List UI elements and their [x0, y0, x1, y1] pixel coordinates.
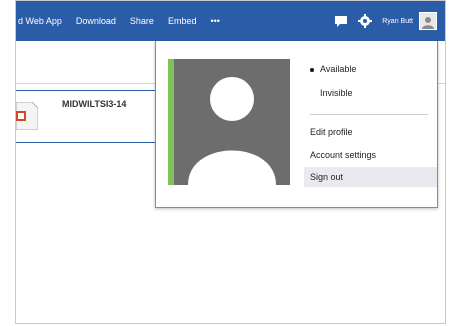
status-invisible[interactable]: Invisible	[304, 83, 437, 103]
file-tile[interactable]: MIDWILTSI3-14	[16, 90, 177, 143]
account-settings-label: Account settings	[310, 150, 377, 160]
app-window: d Web App Download Share Embed ••• Ryan …	[15, 0, 446, 324]
edit-profile-link[interactable]: Edit profile	[304, 122, 437, 142]
profile-photo[interactable]	[168, 59, 290, 185]
menu-divider	[310, 114, 428, 115]
avatar[interactable]	[419, 12, 437, 30]
top-nav: d Web App Download Share Embed •••	[16, 1, 220, 41]
status-invisible-label: Invisible	[320, 88, 353, 98]
nav-share[interactable]: Share	[130, 16, 154, 26]
account-settings-link[interactable]: Account settings	[304, 145, 437, 165]
account-popup: Available Invisible Edit profile Account…	[155, 41, 438, 208]
file-name[interactable]: MIDWILTSI3-14	[62, 99, 126, 109]
nav-web-app[interactable]: d Web App	[18, 16, 62, 26]
person-silhouette-icon	[188, 77, 276, 185]
gear-icon[interactable]	[358, 14, 373, 28]
nav-embed[interactable]: Embed	[168, 16, 197, 26]
status-available-label: Available	[320, 64, 357, 74]
selected-dot-icon	[310, 67, 314, 72]
top-bar: d Web App Download Share Embed ••• Ryan …	[16, 1, 445, 41]
username-label[interactable]: Ryan Butt	[382, 18, 413, 25]
nav-download[interactable]: Download	[76, 16, 116, 26]
nav-more[interactable]: •••	[210, 16, 219, 26]
sign-out-link[interactable]: Sign out	[304, 167, 437, 187]
chat-icon[interactable]	[334, 14, 348, 28]
status-available[interactable]: Available	[304, 59, 437, 79]
edit-profile-label: Edit profile	[310, 127, 353, 137]
document-icon	[16, 101, 39, 131]
sign-out-label: Sign out	[310, 172, 344, 182]
top-right-controls: Ryan Butt	[324, 1, 437, 41]
